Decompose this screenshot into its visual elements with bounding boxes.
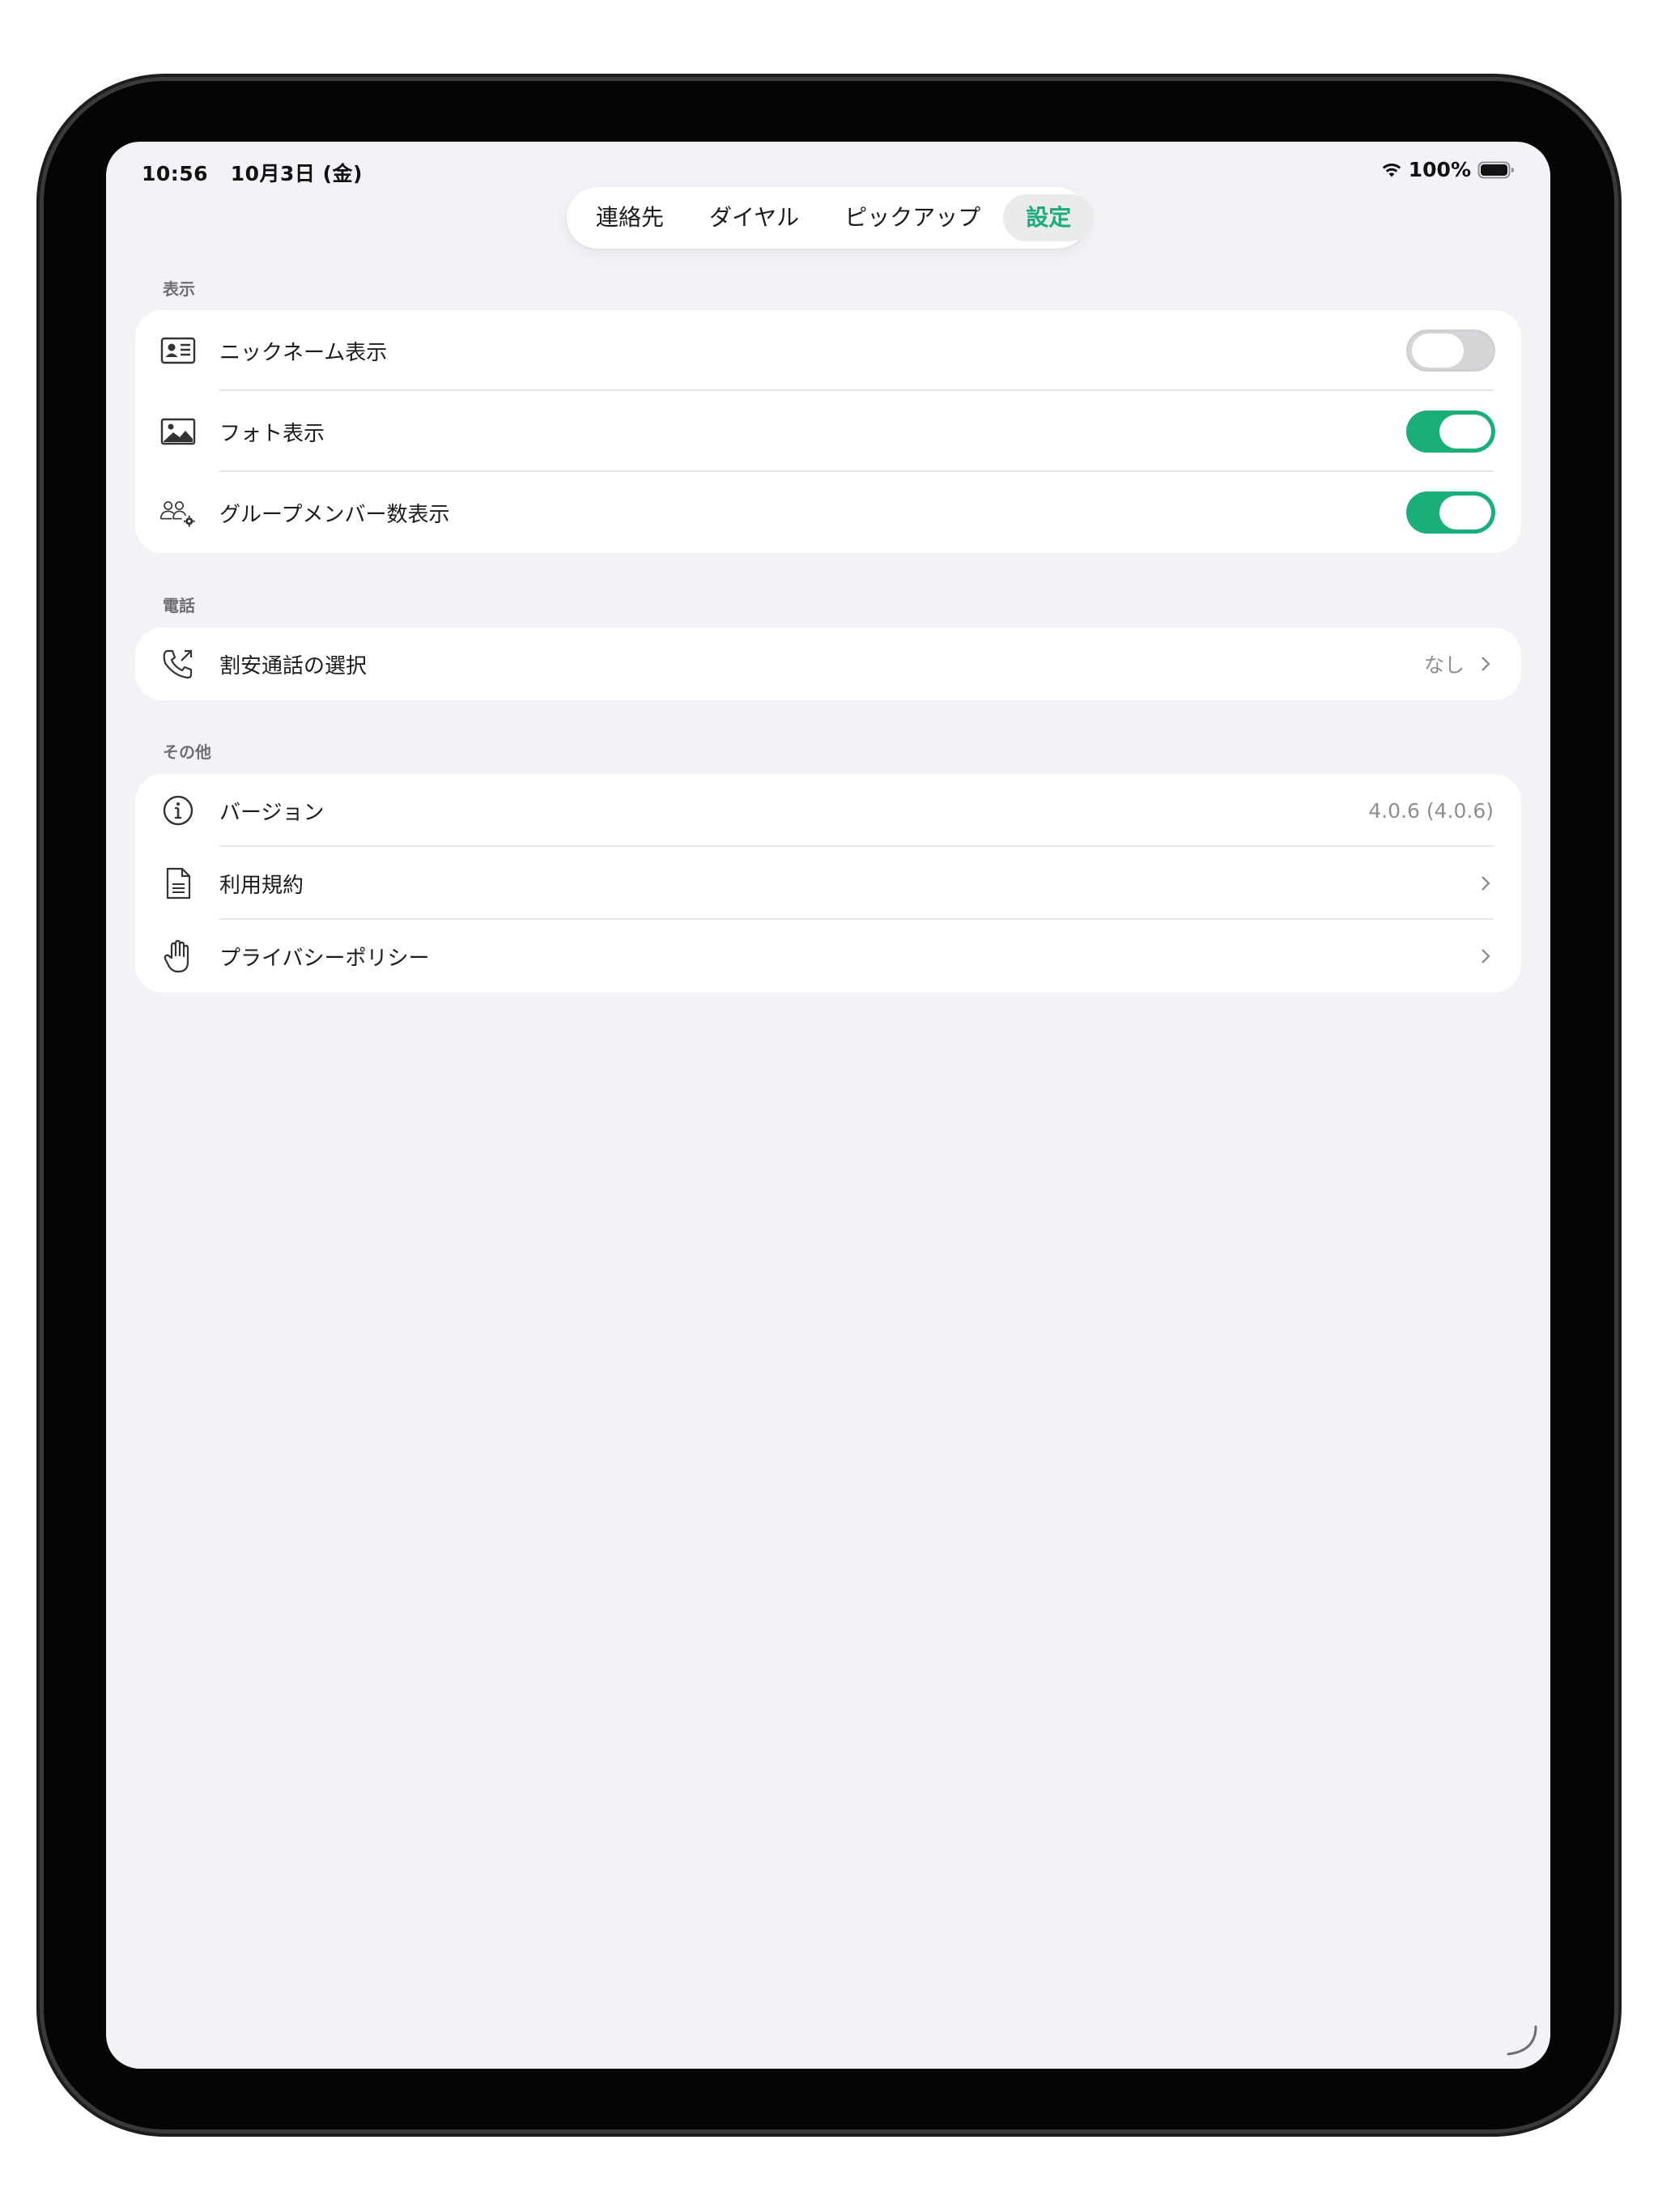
battery-percent: 100% — [1408, 158, 1471, 181]
tab-settings[interactable]: 設定 — [1003, 194, 1095, 241]
nickname-display-label: ニックネーム表示 — [219, 340, 388, 365]
group-settings-icon — [159, 494, 197, 531]
status-right: 100% — [1381, 158, 1515, 181]
version-row: バージョン 4.0.6 (4.0.6) — [135, 774, 1521, 847]
version-value: 4.0.6 (4.0.6) — [1368, 798, 1494, 823]
photo-display-toggle[interactable] — [1406, 410, 1495, 453]
phone-settings-group: 割安通話の選択 なし — [135, 627, 1521, 700]
hand-icon — [159, 938, 197, 975]
chevron-right-icon — [1482, 657, 1490, 671]
section-header-display: 表示 — [163, 279, 195, 299]
status-left: 10:56 10月3日 (金) — [142, 158, 363, 187]
privacy-policy-row[interactable]: プライバシーポリシー — [135, 920, 1521, 993]
version-label: バージョン — [219, 800, 325, 825]
section-header-phone: 電話 — [163, 596, 195, 615]
tab-contacts[interactable]: 連絡先 — [573, 194, 687, 241]
tab-dial[interactable]: ダイヤル — [687, 194, 822, 241]
terms-of-use-row[interactable]: 利用規約 — [135, 847, 1521, 920]
wifi-icon — [1381, 162, 1402, 178]
info-icon — [159, 792, 197, 829]
top-tab-bar: 連絡先 ダイヤル ピックアップ 設定 — [567, 187, 1095, 249]
discount-call-row[interactable]: 割安通話の選択 なし — [135, 627, 1521, 700]
group-member-count-row[interactable]: グループメンバー数表示 — [135, 472, 1521, 553]
chevron-right-icon — [1482, 949, 1490, 963]
nickname-display-toggle[interactable] — [1406, 330, 1495, 372]
photo-display-row[interactable]: フォト表示 — [135, 391, 1521, 472]
privacy-policy-label: プライバシーポリシー — [219, 946, 430, 971]
screen: 10:56 10月3日 (金) 100% 連絡先 ダイヤル ピックアップ 設定 … — [106, 142, 1550, 2069]
status-date: 10月3日 (金) — [230, 162, 363, 185]
discount-call-label: 割安通話の選択 — [219, 653, 368, 678]
tab-pickup[interactable]: ピックアップ — [822, 194, 1003, 241]
photo-display-label: フォト表示 — [219, 421, 325, 446]
resize-corner-icon — [1507, 2025, 1537, 2056]
group-member-count-label: グループメンバー数表示 — [219, 502, 450, 527]
document-icon — [159, 865, 197, 902]
photo-icon — [159, 413, 197, 450]
display-settings-group: ニックネーム表示 フォト表示 グループメンバー数表示 — [135, 310, 1521, 553]
section-header-other: その他 — [163, 742, 211, 762]
status-bar: 10:56 10月3日 (金) 100% — [142, 153, 1515, 185]
terms-of-use-label: 利用規約 — [219, 873, 304, 898]
status-time: 10:56 — [142, 162, 209, 185]
battery-icon — [1477, 161, 1515, 179]
group-member-count-toggle[interactable] — [1406, 491, 1495, 534]
discount-call-value: なし — [1423, 653, 1465, 677]
chevron-right-icon — [1482, 876, 1490, 891]
nickname-display-row[interactable]: ニックネーム表示 — [135, 310, 1521, 391]
contact-card-icon — [159, 332, 197, 369]
other-settings-group: バージョン 4.0.6 (4.0.6) 利用規約 プライバシーポリシー — [135, 774, 1521, 993]
phone-outgoing-icon — [159, 645, 197, 683]
